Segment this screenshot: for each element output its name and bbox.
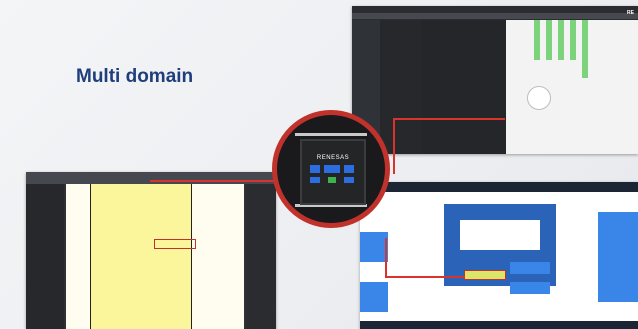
connector-line xyxy=(385,276,465,278)
inner-block xyxy=(510,262,550,274)
brand-label: RE xyxy=(627,10,634,16)
connector-line xyxy=(395,118,505,120)
block-diagram-screenshot xyxy=(360,182,638,329)
left-block xyxy=(360,282,388,312)
mcu-chip: RENESAS xyxy=(300,139,366,205)
pin-grid xyxy=(506,20,638,154)
chip-block xyxy=(344,165,354,173)
pin-column xyxy=(546,20,552,60)
chip-block xyxy=(344,177,354,183)
properties-sidebar xyxy=(246,184,276,329)
left-block xyxy=(360,232,388,262)
page-title: Multi domain xyxy=(76,66,194,87)
properties-panel xyxy=(422,20,506,154)
diagram-toolbar xyxy=(360,182,638,192)
inner-block xyxy=(510,282,550,294)
right-block xyxy=(598,212,638,302)
chip-block xyxy=(310,177,320,183)
pin-column xyxy=(570,20,576,60)
chip-logo: RENESAS xyxy=(316,155,350,161)
tree-panel xyxy=(380,20,422,154)
schematic-canvas xyxy=(66,184,244,329)
component-symbol xyxy=(90,184,192,329)
zoom-indicator xyxy=(527,86,551,110)
chip-block xyxy=(310,165,320,173)
pin-column xyxy=(558,20,564,60)
connector-line xyxy=(393,118,395,174)
block-panel xyxy=(460,220,540,250)
project-tree xyxy=(26,184,64,329)
chip-block-green xyxy=(328,177,336,183)
pin-column xyxy=(534,20,540,60)
pin-row xyxy=(295,133,367,136)
chip-block xyxy=(324,165,340,173)
toolbar xyxy=(352,13,638,20)
connector-line xyxy=(385,238,387,276)
editor-toolbar xyxy=(26,172,276,184)
highlighted-signal xyxy=(464,270,506,280)
connector-line xyxy=(150,180,274,182)
menubar xyxy=(352,6,638,13)
highlighted-pin xyxy=(154,239,196,249)
diagram-statusbar xyxy=(360,321,638,329)
magnifier: RENESAS xyxy=(272,110,390,228)
schematic-editor-screenshot xyxy=(26,172,276,329)
pin-column xyxy=(582,20,588,78)
